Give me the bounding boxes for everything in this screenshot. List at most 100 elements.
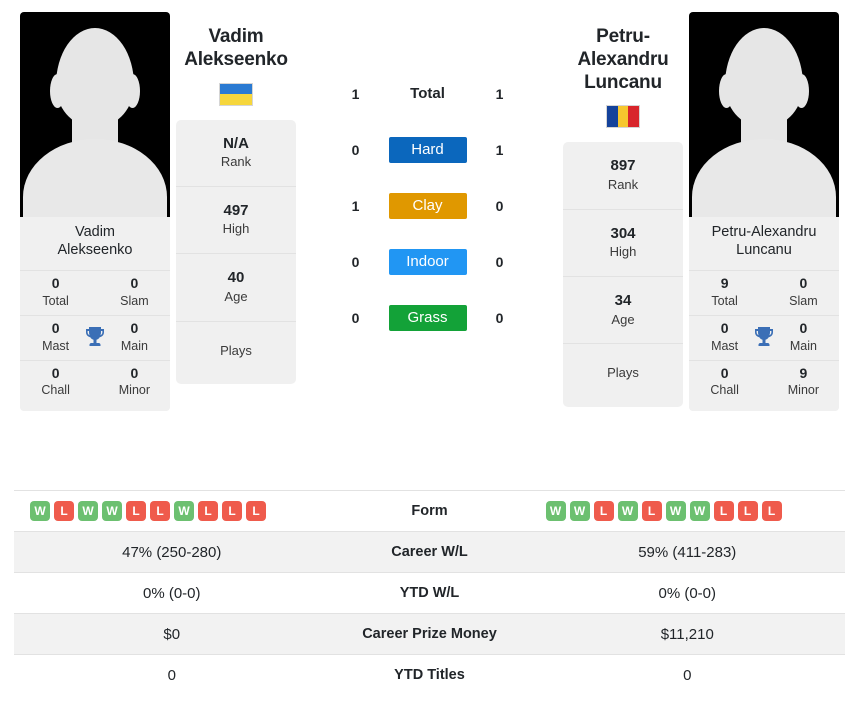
left-player-info-card: N/A Rank 497 High 40 Age Plays	[176, 119, 296, 385]
surface-grass-left-count: 0	[351, 310, 360, 326]
surface-grass-badge[interactable]: Grass	[388, 305, 467, 331]
left-stat-chall-value: 0	[51, 364, 60, 381]
left-high-value: 497	[223, 201, 249, 219]
form-badge-loss[interactable]: L	[54, 501, 74, 521]
left-high-label: High	[222, 221, 250, 237]
right-player-photo-caption: Petru-Alexandru Luncanu	[689, 217, 839, 269]
right-titles-row: 0 Chall 9 Minor	[689, 359, 839, 405]
form-badge-win[interactable]: W	[569, 501, 590, 521]
left-rank-cell: N/A Rank	[176, 120, 296, 187]
right-stat-mast-value: 0	[720, 320, 729, 337]
form-badge-loss[interactable]: L	[713, 501, 734, 521]
left-caption-first: Vadim	[74, 224, 116, 240]
right-stat-chall-value: 0	[720, 364, 729, 381]
form-badge-win[interactable]: W	[30, 501, 50, 521]
right-form-cell: WWLWLWWLLL	[530, 501, 846, 521]
surface-head-to-head: 1 Total 1 0 Hard 1 1 Clay 0 0 Indoor 0 0	[302, 12, 553, 346]
left-rank-label: Rank	[220, 154, 252, 170]
left-flag-wrap	[176, 82, 296, 106]
left-stat-chall-label: Chall	[41, 383, 70, 398]
surface-row-hard: 0 Hard 1	[302, 122, 553, 178]
right-caption-first: Petru-Alexandru	[711, 224, 817, 240]
right-stat-total-label: Total	[711, 293, 738, 308]
form-badge-win[interactable]: W	[102, 501, 122, 521]
row-label-career-prize-money: Career Prize Money	[362, 626, 497, 642]
right-stat-minor-label: Minor	[787, 383, 820, 398]
right-stat-mast-label: Mast	[711, 338, 739, 353]
left-stat-slam-value: 0	[130, 275, 139, 292]
form-badge-loss[interactable]: L	[150, 501, 170, 521]
surface-row-clay: 1 Clay 0	[302, 178, 553, 234]
surface-clay-badge[interactable]: Clay	[388, 193, 467, 219]
form-badge-win[interactable]: W	[545, 501, 566, 521]
form-badge-win[interactable]: W	[689, 501, 710, 521]
form-badge-loss[interactable]: L	[126, 501, 146, 521]
right-stat-slam-value: 0	[799, 275, 808, 292]
surface-total-label: Total	[410, 85, 445, 102]
trophy-icon	[81, 322, 109, 352]
left-career-prize-money: $0	[163, 625, 181, 643]
right-stat-chall-label: Chall	[710, 383, 739, 398]
right-stat-total: 9 Total	[699, 275, 750, 309]
form-badge-loss[interactable]: L	[246, 501, 266, 521]
form-badge-loss[interactable]: L	[593, 501, 614, 521]
table-row-ytd-wl: 0% (0-0) YTD W/L 0% (0-0)	[14, 572, 845, 613]
left-stat-mast-value: 0	[51, 320, 60, 337]
comparison-header: Vadim Alekseenko 0 Total 0 Slam 0 Mast 0…	[0, 0, 859, 490]
left-player-name[interactable]: Vadim Alekseenko	[176, 12, 296, 72]
right-high-label: High	[609, 244, 637, 260]
trophy-spacer	[81, 367, 109, 397]
row-label-career-wl: Career W/L	[391, 544, 468, 560]
right-titles-row: 0 Mast 0 Main	[689, 315, 839, 360]
surface-hard-badge[interactable]: Hard	[388, 137, 467, 163]
right-plays-label: Plays	[607, 365, 639, 381]
form-badge-loss[interactable]: L	[222, 501, 242, 521]
left-age-cell: 40 Age	[176, 254, 296, 322]
right-player-last-name: Luncanu	[584, 71, 662, 93]
right-caption-last: Luncanu	[736, 241, 792, 258]
right-player-photo-column: Petru-Alexandru Luncanu 9 Total 0 Slam 0…	[689, 12, 839, 411]
left-stat-total-value: 0	[51, 275, 60, 292]
right-career-prize-money: $11,210	[660, 625, 714, 643]
right-career-wl: 59% (411-283)	[638, 543, 737, 561]
right-rank-value: 897	[610, 157, 636, 175]
left-titles-row: 0 Mast 0 Main	[20, 315, 170, 360]
avatar-placeholder-icon	[20, 12, 170, 217]
form-badge-win[interactable]: W	[174, 501, 194, 521]
right-high-value: 304	[610, 224, 636, 242]
right-titles-row: 9 Total 0 Slam	[689, 270, 839, 315]
right-titles-breakdown: 9 Total 0 Slam 0 Mast 0 Main 0 Chall 9 M…	[689, 268, 839, 411]
form-badge-loss[interactable]: L	[198, 501, 218, 521]
left-stat-mast-label: Mast	[42, 338, 70, 353]
right-age-value: 34	[614, 292, 632, 310]
right-stat-chall: 0 Chall	[699, 365, 750, 399]
form-badge-win[interactable]: W	[665, 501, 686, 521]
surface-indoor-badge[interactable]: Indoor	[388, 249, 467, 275]
right-stat-minor: 9 Minor	[778, 365, 829, 399]
form-badge-loss[interactable]: L	[761, 501, 782, 521]
table-row-ytd-titles: 0 YTD Titles 0	[14, 654, 845, 695]
left-stat-main-label: Main	[120, 338, 148, 353]
right-form-list: WWLWLWWLLL	[545, 501, 840, 521]
right-stat-main-label: Main	[789, 338, 817, 353]
trophy-spacer	[750, 277, 778, 307]
right-age-cell: 34 Age	[563, 277, 683, 345]
surface-indoor-left-count: 0	[351, 254, 360, 270]
right-stat-total-value: 9	[720, 275, 729, 292]
surface-hard-left-count: 0	[351, 142, 360, 158]
left-ytd-wl: 0% (0-0)	[142, 584, 201, 602]
form-badge-win[interactable]: W	[617, 501, 638, 521]
form-badge-loss[interactable]: L	[737, 501, 758, 521]
right-player-name[interactable]: Petru-Alexandru Luncanu	[563, 12, 683, 94]
left-plays-label: Plays	[220, 342, 252, 358]
left-form-list: WLWWLLWLLL	[30, 501, 324, 521]
form-badge-loss[interactable]: L	[641, 501, 662, 521]
form-badge-win[interactable]: W	[78, 501, 98, 521]
right-stat-mast: 0 Mast	[699, 320, 750, 354]
surface-total-left-count: 1	[351, 86, 360, 102]
table-row-career-wl: 47% (250-280) Career W/L 59% (411-283)	[14, 531, 845, 572]
left-age-label: Age	[224, 288, 248, 304]
surface-total-right-count: 1	[495, 86, 504, 102]
left-player-last-name: Alekseenko	[184, 48, 288, 70]
trophy-spacer	[81, 277, 109, 307]
